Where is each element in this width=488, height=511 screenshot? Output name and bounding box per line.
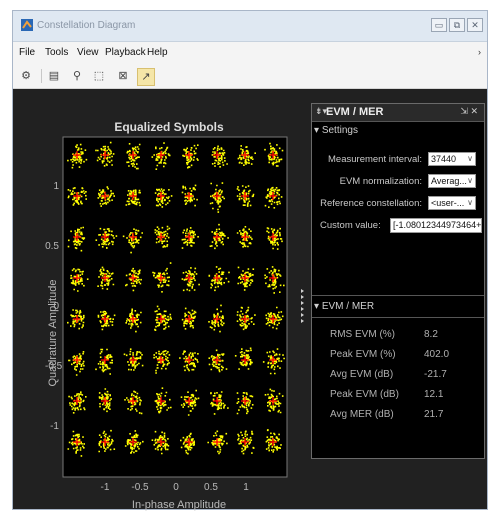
peak-evm-label: Peak EVM (%) [330, 349, 396, 360]
menu-bar: File Tools View Playback Help › [13, 42, 487, 64]
menu-tools[interactable]: Tools [45, 47, 68, 58]
avg-mer-value: 21.7 [424, 409, 444, 420]
x-tick-label: 0.5 [204, 482, 218, 493]
x-tick-label: -1 [100, 482, 110, 493]
settings-section-header[interactable]: ▾ Settings [314, 125, 358, 136]
y-tick-label: -1 [50, 421, 59, 432]
evm-normalization-label: EVM normalization: [339, 176, 422, 187]
toolbar-separator [41, 69, 42, 83]
menu-help[interactable]: Help [147, 47, 168, 58]
evm-normalization-select[interactable]: Averag... ∨ [428, 174, 476, 188]
close-button[interactable]: ✕ [467, 18, 483, 32]
panel-header: ⇟▾ EVM / MER ⇲ ✕ [312, 104, 484, 122]
custom-value-field[interactable]: [-1.08012344973464+1. [390, 218, 482, 233]
settings-header-label: Settings [321, 125, 358, 136]
x-tick-label: 0 [173, 482, 179, 493]
avg-evm-db-value: -21.7 [424, 369, 447, 380]
matlab-icon [21, 19, 33, 31]
fit-view-icon[interactable]: ⊠ [115, 68, 131, 84]
panel-close-icon[interactable]: ⇲ ✕ [460, 106, 478, 117]
section-divider [312, 317, 484, 318]
avg-evm-db-label: Avg EVM (dB) [330, 369, 394, 380]
x-tick-label: -0.5 [131, 482, 149, 493]
x-axis-label: In-phase Amplitude [131, 499, 227, 511]
measurement-interval-label: Measurement interval: [328, 154, 422, 165]
measurement-interval-field[interactable]: 37440 ∨ [428, 152, 476, 166]
menu-overflow-icon[interactable]: › [478, 47, 481, 57]
custom-value-label: Custom value: [320, 220, 381, 231]
title-bar: Constellation Diagram ▭ ⧉ ✕ [13, 11, 487, 42]
menu-view[interactable]: View [77, 47, 99, 58]
y-tick-label: 0.5 [45, 241, 59, 252]
y-tick-label: -0.5 [45, 361, 63, 372]
y-axis-label: Quadrature Amplitude [47, 279, 59, 387]
menu-playback[interactable]: Playback [105, 47, 146, 58]
peak-evm-db-label: Peak EVM (dB) [330, 389, 399, 400]
reference-constellation-label: Reference constellation: [320, 198, 422, 209]
avg-mer-label: Avg MER (dB) [330, 409, 394, 420]
panel-splitter-handle[interactable] [298, 287, 306, 323]
toolbar: ⚙ ▤ ⚲ ⬚ ⊠ ↗ [13, 64, 487, 89]
zoom-box-icon[interactable]: ⬚ [91, 68, 107, 84]
y-tick-label: 1 [53, 181, 59, 192]
rms-evm-label: RMS EVM (%) [330, 329, 395, 340]
minimize-button[interactable]: ▭ [431, 18, 447, 32]
results-header-label: EVM / MER [321, 301, 375, 312]
evm-normalization-value: Averag... [431, 176, 467, 186]
measurements-icon[interactable]: ↗ [137, 68, 155, 86]
zoom-in-icon[interactable]: ⚲ [69, 68, 85, 84]
section-divider [312, 295, 484, 296]
maximize-button[interactable]: ⧉ [449, 18, 465, 32]
panel-title: EVM / MER [326, 106, 384, 118]
constellation-window: Constellation Diagram ▭ ⧉ ✕ File Tools V… [12, 10, 488, 511]
chevron-down-icon: ∨ [467, 198, 473, 207]
y-tick-label: 0 [53, 301, 59, 312]
results-section-header[interactable]: ▾ EVM / MER [314, 301, 374, 312]
plot-title: Equalized Symbols [114, 120, 224, 134]
settings-icon[interactable]: ⚙ [18, 68, 34, 84]
reference-constellation-select[interactable]: <user-... ∨ [428, 196, 476, 210]
peak-evm-db-value: 12.1 [424, 389, 444, 400]
reference-constellation-value: <user-... [431, 198, 465, 208]
plot-area [63, 137, 287, 477]
peak-evm-value: 402.0 [424, 349, 450, 360]
measurement-interval-value: 37440 [431, 154, 457, 164]
window-title: Constellation Diagram [37, 20, 136, 31]
rms-evm-value: 8.2 [424, 329, 438, 340]
menu-file[interactable]: File [19, 47, 35, 58]
print-icon[interactable]: ▤ [46, 68, 62, 84]
evm-mer-panel: ⇟▾ EVM / MER ⇲ ✕ ▾ Settings Measurement … [311, 103, 485, 459]
x-tick-label: 1 [243, 482, 249, 493]
chevron-down-icon: ∨ [467, 154, 473, 163]
chevron-down-icon: ∨ [467, 176, 473, 185]
